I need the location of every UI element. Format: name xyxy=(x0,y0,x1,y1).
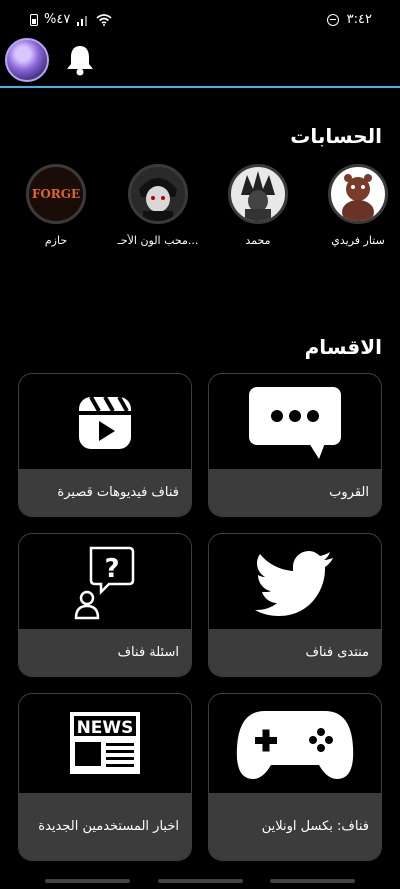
category-card-group[interactable]: القروب xyxy=(208,373,382,517)
account-item[interactable]: محمد xyxy=(212,164,304,247)
status-right: ٣:٤٢ xyxy=(326,12,372,27)
category-card-questions[interactable]: ? اسئلة فناف xyxy=(18,533,192,677)
forge-logo: FORGE xyxy=(31,187,81,201)
account-name: حازم xyxy=(44,234,68,247)
top-bar xyxy=(0,36,400,86)
category-label: اخبار المستخدمين الجديدة xyxy=(38,818,179,834)
account-item[interactable]: FORGE حازم xyxy=(10,164,102,247)
account-avatar xyxy=(328,164,388,224)
profile-avatar[interactable] xyxy=(5,38,49,82)
account-name: ستار فريدي xyxy=(331,234,385,247)
account-item[interactable]: محب الون الأحـ... xyxy=(112,164,204,247)
news-icon-text: NEWS xyxy=(77,718,134,738)
account-avatar xyxy=(128,164,188,224)
account-name: محب الون الأحـ... xyxy=(117,234,199,247)
accounts-list: ستار فريدي محمد محب الون الأحـ... FORGE … xyxy=(0,164,400,264)
question-person-icon: ? xyxy=(74,546,135,619)
status-left: %٤٧ xyxy=(30,12,112,27)
chat-bubble-icon xyxy=(249,386,341,459)
account-item[interactable]: ستار فريدي xyxy=(312,164,400,247)
gamepad-icon xyxy=(236,710,354,779)
category-label: اسئلة فناف xyxy=(117,644,179,660)
dnd-icon xyxy=(326,13,339,26)
category-card-forum[interactable]: منتدى فناف xyxy=(208,533,382,677)
bottom-nav-indicator xyxy=(0,879,400,885)
svg-text:?: ? xyxy=(104,554,119,584)
news-icon: NEWS xyxy=(70,711,140,774)
wifi-icon xyxy=(96,13,112,26)
account-name: محمد xyxy=(245,234,271,247)
category-label: القروب xyxy=(329,484,369,500)
video-reel-icon xyxy=(79,395,131,449)
clock: ٣:٤٢ xyxy=(346,12,372,27)
category-label: فناف فيديوهات قصيرة xyxy=(57,484,179,500)
account-avatar: FORGE xyxy=(26,164,86,224)
header-divider xyxy=(0,86,400,88)
account-avatar xyxy=(228,164,288,224)
category-card-pixel-online[interactable]: فناف: بكسل اونلاين xyxy=(208,693,382,861)
bell-icon[interactable] xyxy=(62,42,98,78)
category-card-news[interactable]: NEWS اخبار المستخدمين الجديدة xyxy=(18,693,192,861)
twitter-bird-icon xyxy=(255,550,333,616)
battery-percent: %٤٧ xyxy=(44,12,71,27)
categories-title: الاقسام xyxy=(304,335,382,359)
status-bar: %٤٧ ٣:٤٢ xyxy=(0,0,400,36)
signal-icon xyxy=(77,15,88,26)
category-label: منتدى فناف xyxy=(305,644,369,660)
accounts-title: الحسابات xyxy=(290,124,382,148)
category-label: فناف: بكسل اونلاين xyxy=(261,818,369,834)
battery-icon xyxy=(30,13,38,26)
category-card-short-videos[interactable]: فناف فيديوهات قصيرة xyxy=(18,373,192,517)
